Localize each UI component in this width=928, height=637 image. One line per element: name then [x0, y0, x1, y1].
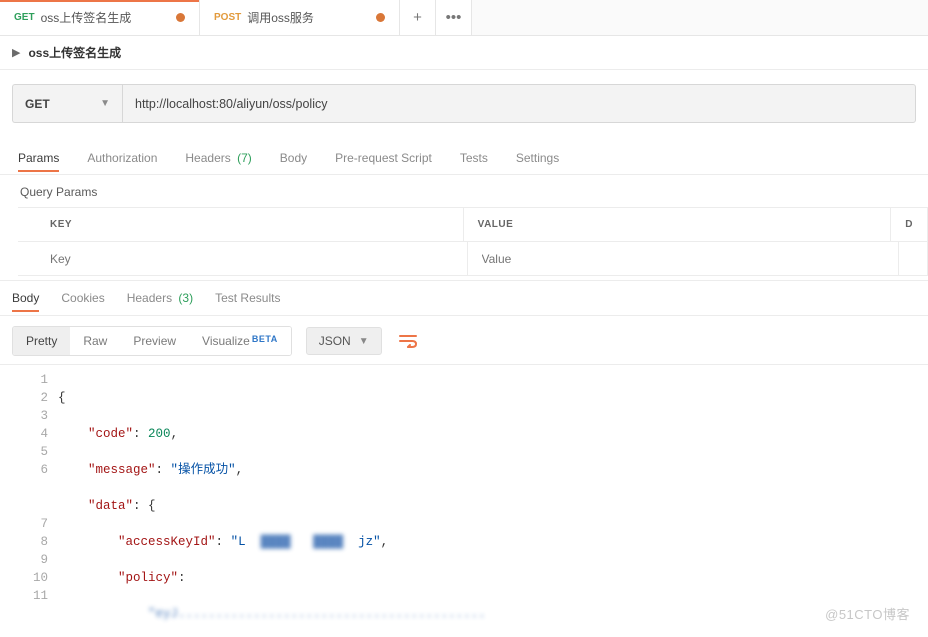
subtab-tests[interactable]: Tests [460, 145, 488, 171]
chevron-right-icon[interactable]: ▶ [12, 46, 20, 59]
beta-badge: BETA [252, 334, 278, 344]
line-gutter: 1234567891011 [0, 365, 58, 637]
table-row [18, 242, 928, 276]
view-raw-button[interactable]: Raw [70, 327, 120, 355]
resp-tab-headers[interactable]: Headers (3) [127, 285, 193, 311]
subtab-settings[interactable]: Settings [516, 145, 559, 171]
tab-oss-upload-sign[interactable]: GET oss上传签名生成 [0, 0, 200, 35]
new-tab-button[interactable]: + [400, 0, 436, 35]
resp-tab-headers-label: Headers [127, 291, 172, 305]
json-code-value: 200 [148, 427, 171, 441]
request-tabs: GET oss上传签名生成 POST 调用oss服务 + ••• [0, 0, 928, 36]
view-visualize-button[interactable]: VisualizeBETA [189, 327, 291, 355]
caret-down-icon: ▼ [100, 98, 110, 109]
view-preview-button[interactable]: Preview [120, 327, 189, 355]
resp-tab-headers-count: (3) [178, 291, 193, 305]
url-input[interactable] [122, 84, 916, 123]
cell-key [36, 242, 468, 275]
json-accesskey-prefix: L [238, 535, 246, 549]
subtab-body[interactable]: Body [280, 145, 307, 171]
method-badge: GET [14, 12, 35, 23]
query-params-title: Query Params [0, 175, 928, 207]
code-content: { "code": 200, "message": "操作成功", "data"… [58, 365, 928, 637]
col-desc: D [891, 208, 928, 241]
wrap-lines-button[interactable] [392, 326, 424, 356]
col-value: VALUE [464, 208, 892, 241]
cell-desc [899, 242, 928, 275]
breadcrumb: ▶ oss上传签名生成 [0, 36, 928, 70]
method-label: GET [25, 97, 50, 111]
caret-down-icon: ▼ [359, 336, 369, 347]
subtab-prerequest[interactable]: Pre-request Script [335, 145, 432, 171]
view-mode-segment: Pretty Raw Preview VisualizeBETA [12, 326, 292, 356]
json-accesskey-suffix: jz [358, 535, 373, 549]
subtab-params[interactable]: Params [18, 145, 59, 171]
table-header-row: KEY VALUE D [18, 208, 928, 242]
view-visualize-label: Visualize [202, 334, 250, 348]
subtab-authorization[interactable]: Authorization [87, 145, 157, 171]
resp-tab-body[interactable]: Body [12, 285, 39, 311]
subtab-headers-count: (7) [237, 151, 252, 165]
subtab-headers-label: Headers [185, 151, 230, 165]
response-tabs: Body Cookies Headers (3) Test Results [0, 280, 928, 316]
cell-value [468, 242, 900, 275]
key-input[interactable] [50, 252, 453, 266]
subtab-headers[interactable]: Headers (7) [185, 145, 251, 171]
request-subtabs: Params Authorization Headers (7) Body Pr… [0, 141, 928, 175]
response-view-toolbar: Pretty Raw Preview VisualizeBETA JSON ▼ [0, 316, 928, 364]
resp-tab-tests[interactable]: Test Results [215, 285, 280, 311]
tab-overflow-button[interactable]: ••• [436, 0, 472, 35]
query-params-table: KEY VALUE D [18, 207, 928, 276]
unsaved-dot-icon [176, 13, 185, 22]
unsaved-dot-icon [376, 13, 385, 22]
json-message-value: 操作成功 [178, 463, 228, 477]
breadcrumb-title: oss上传签名生成 [28, 44, 121, 61]
format-select[interactable]: JSON ▼ [306, 327, 382, 355]
wrap-icon [399, 334, 417, 348]
value-input[interactable] [482, 252, 885, 266]
request-row: GET ▼ [12, 84, 916, 123]
col-key: KEY [36, 208, 464, 241]
tab-title: oss上传签名生成 [41, 9, 132, 26]
tab-invoke-oss-service[interactable]: POST 调用oss服务 [200, 0, 400, 35]
method-select[interactable]: GET ▼ [12, 84, 122, 123]
view-pretty-button[interactable]: Pretty [13, 327, 70, 355]
method-badge: POST [214, 12, 241, 23]
resp-tab-cookies[interactable]: Cookies [61, 285, 104, 311]
tab-title: 调用oss服务 [247, 9, 314, 26]
response-body-viewer[interactable]: 1234567891011 { "code": 200, "message": … [0, 364, 928, 637]
format-label: JSON [319, 334, 351, 348]
